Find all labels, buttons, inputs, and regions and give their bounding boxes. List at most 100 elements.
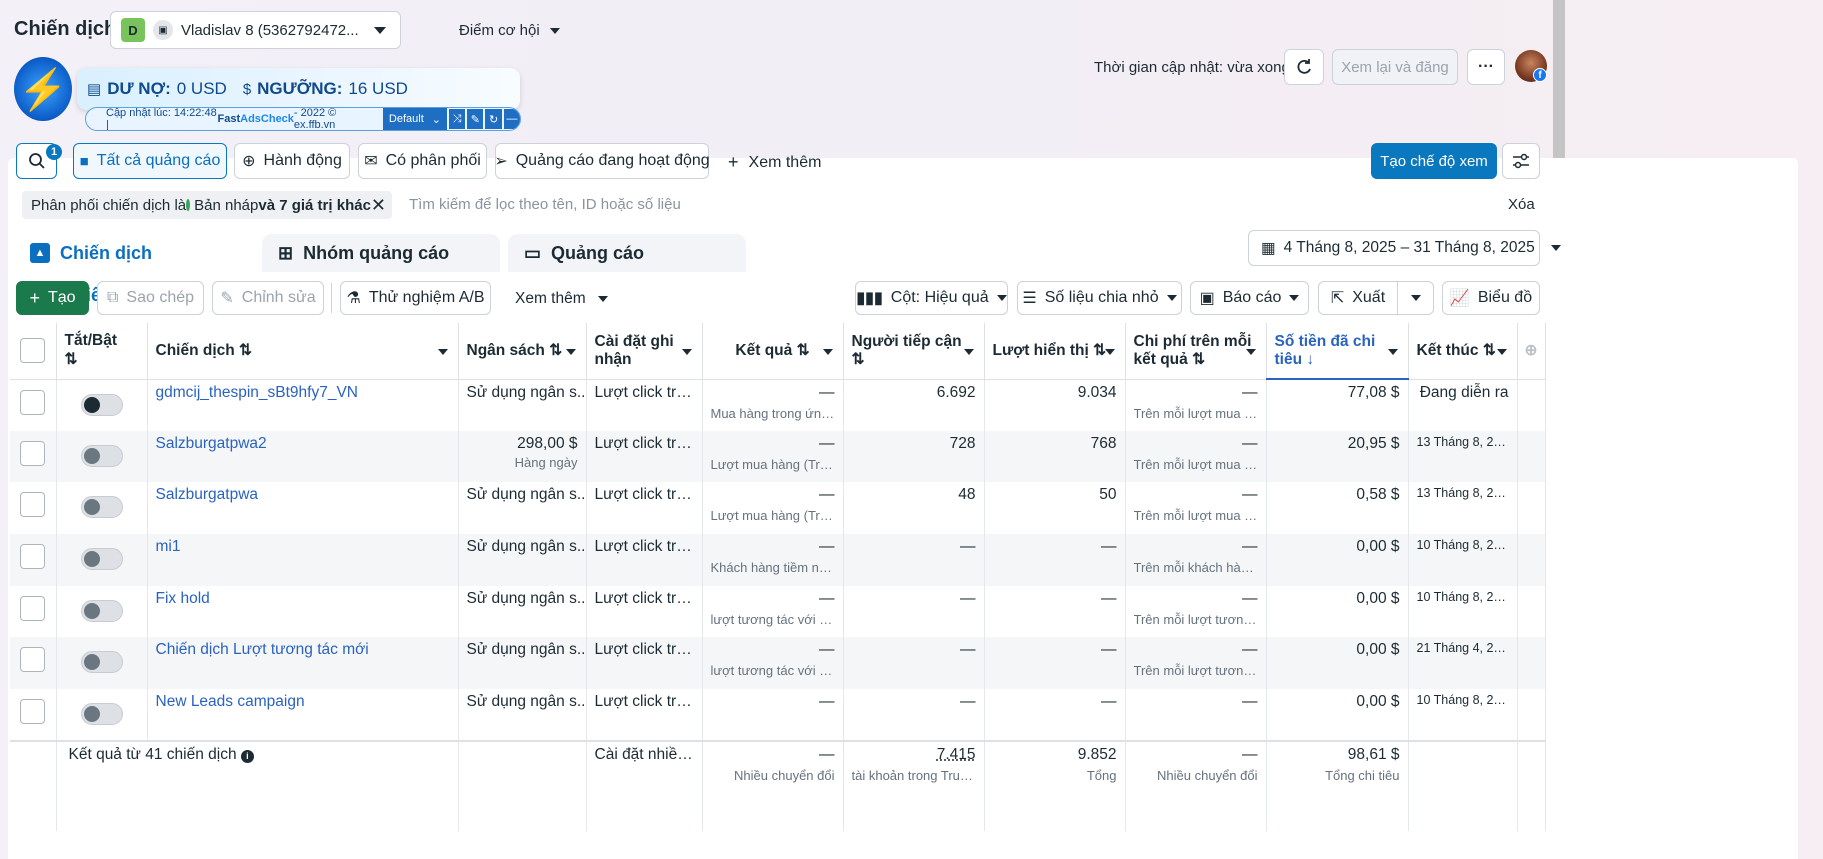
campaign-toggle[interactable]: [80, 548, 123, 571]
column-header-end[interactable]: Kết thúc ⇅: [1408, 323, 1518, 380]
campaign-toggle[interactable]: [80, 651, 123, 674]
row-toggle-cell[interactable]: [56, 534, 148, 586]
edit-button[interactable]: ✎ Chỉnh sửa: [212, 281, 324, 315]
campaign-name-link[interactable]: Salzburgatpwa: [156, 486, 259, 503]
campaign-name-link[interactable]: Salzburgatpwa2: [156, 435, 267, 452]
row-select-cell[interactable]: [10, 637, 57, 690]
row-checkbox[interactable]: [20, 595, 46, 621]
tab-ad-sets[interactable]: ⊞ Nhóm quảng cáo: [262, 234, 500, 272]
column-header-results[interactable]: Kết quả ⇅: [702, 323, 844, 380]
chevron-down-icon[interactable]: [437, 348, 448, 355]
refresh-button[interactable]: [1284, 49, 1324, 85]
chevron-down-icon[interactable]: [1496, 348, 1507, 355]
chevron-down-icon[interactable]: [565, 348, 576, 355]
table-row[interactable]: gdmcij_thespin_sBt9hfy7_VN Sử dụng ngân s…: [10, 379, 1546, 431]
export-dropdown-button[interactable]: [1397, 281, 1434, 315]
row-toggle-cell[interactable]: [56, 482, 148, 535]
campaign-toggle[interactable]: [80, 393, 123, 416]
column-header-amount-spent[interactable]: Số tiền đã chi tiêu ↓: [1266, 323, 1409, 380]
date-range-picker[interactable]: ▦ 4 Tháng 8, 2025 – 31 Tháng 8, 2025: [1248, 230, 1561, 266]
campaign-name-link[interactable]: New Leads campaign: [156, 693, 305, 710]
create-button[interactable]: + Tạo: [16, 281, 89, 315]
table-row[interactable]: Chiến dịch Lượt tương tác mới Sử dụng ngâ…: [10, 637, 1546, 690]
toolbar-more-button[interactable]: Xem thêm: [515, 290, 608, 308]
table-row[interactable]: Salzburgatpwa2 298,00 $ Hàng ngày Lượt clic…: [10, 430, 1546, 483]
table-row[interactable]: Fix hold Sử dụng ngân s... Lượt click tro.…: [10, 585, 1546, 638]
row-select-cell[interactable]: [10, 689, 57, 741]
column-header-impressions[interactable]: Lượt hiển thị ⇅: [984, 323, 1126, 380]
table-row[interactable]: New Leads campaign Sử dụng ngân s... Lượt …: [10, 689, 1546, 741]
column-header-campaign[interactable]: Chiến dịch ⇅: [147, 323, 459, 380]
chevron-down-icon[interactable]: [1104, 348, 1115, 355]
footer-reach[interactable]: 7.415: [852, 746, 976, 764]
chevron-down-icon[interactable]: [1387, 348, 1398, 355]
add-column-icon[interactable]: ⊕: [1525, 342, 1538, 359]
ab-test-button[interactable]: ⚗ Thử nghiệm A/B: [340, 281, 491, 315]
account-selector[interactable]: D ▣ Vladislav 8 (5362792472...: [110, 11, 401, 49]
row-toggle-cell[interactable]: [56, 430, 148, 483]
more-options-button[interactable]: ···: [1467, 49, 1505, 85]
reports-button[interactable]: ▣ Báo cáo: [1190, 281, 1309, 315]
reload-icon[interactable]: ↻: [485, 109, 502, 129]
opportunity-score[interactable]: Điểm cơ hội: [459, 22, 560, 39]
review-publish-button[interactable]: Xem lại và đăng: [1332, 49, 1458, 85]
select-all-header[interactable]: [10, 323, 57, 380]
row-checkbox[interactable]: [20, 440, 46, 466]
breakdown-button[interactable]: ☰ Số liệu chia nhỏ: [1017, 281, 1182, 315]
filter-search-input[interactable]: Tìm kiếm để lọc theo tên, ID hoặc số liệ…: [409, 196, 681, 213]
create-view-button[interactable]: Tạo chế độ xem: [1371, 143, 1497, 179]
row-select-cell[interactable]: [10, 430, 57, 483]
campaign-name-link[interactable]: Fix hold: [156, 590, 210, 607]
row-checkbox[interactable]: [20, 389, 46, 415]
select-all-checkbox[interactable]: [20, 338, 46, 364]
row-checkbox[interactable]: [20, 647, 46, 673]
campaign-toggle[interactable]: [80, 496, 123, 519]
tab-ads[interactable]: ▭ Quảng cáo: [508, 234, 746, 272]
row-checkbox[interactable]: [20, 492, 46, 518]
column-header-reach[interactable]: Người tiếp cận ⇅: [843, 323, 985, 380]
minimize-icon[interactable]: —: [503, 109, 520, 129]
campaign-toggle[interactable]: [80, 444, 123, 467]
ext-default-select[interactable]: Default ⌄: [382, 108, 447, 130]
row-toggle-cell[interactable]: [56, 379, 148, 431]
settings-sliders-button[interactable]: [1502, 143, 1540, 179]
shuffle-icon[interactable]: ⤨: [448, 109, 466, 129]
campaign-name-link[interactable]: gdmcij_thespin_sBt9hfy7_VN: [156, 384, 358, 401]
column-header-toggle[interactable]: Tắt/Bật ⇅: [56, 323, 148, 380]
columns-button[interactable]: ▮▮▮ Cột: Hiệu quả: [855, 281, 1008, 315]
chevron-down-icon[interactable]: [1245, 348, 1256, 355]
row-select-cell[interactable]: [10, 482, 57, 535]
more-filters-button[interactable]: + Xem thêm: [728, 152, 821, 173]
add-column-header[interactable]: ⊕: [1517, 323, 1546, 380]
close-icon[interactable]: ✕: [371, 195, 386, 216]
row-toggle-cell[interactable]: [56, 689, 148, 741]
all-ads-filter[interactable]: ■ Tất cả quảng cáo: [73, 143, 227, 179]
table-row[interactable]: mi1 Sử dụng ngân s... Lượt click tro... — Kh…: [10, 534, 1546, 586]
chevron-down-icon[interactable]: [822, 348, 833, 355]
export-button[interactable]: ⇱ Xuất: [1318, 281, 1398, 315]
actions-filter[interactable]: ⊕ Hành động: [234, 143, 350, 179]
column-header-attribution[interactable]: Cài đặt ghi nhận: [586, 323, 703, 380]
delivery-filter[interactable]: ✉ Có phân phối: [358, 143, 487, 179]
column-header-cost-per-result[interactable]: Chi phí trên mỗi kết quả ⇅: [1125, 323, 1267, 380]
chevron-down-icon[interactable]: [681, 348, 692, 355]
active-ads-filter[interactable]: ➢ Quảng cáo đang hoạt động: [494, 143, 710, 179]
row-checkbox[interactable]: [20, 544, 46, 570]
row-checkbox[interactable]: [20, 699, 46, 725]
chevron-down-icon[interactable]: [963, 348, 974, 355]
row-select-cell[interactable]: [10, 585, 57, 638]
clear-filters-link[interactable]: Xóa: [1508, 196, 1535, 213]
campaign-toggle[interactable]: [80, 703, 123, 726]
row-select-cell[interactable]: [10, 379, 57, 431]
duplicate-button[interactable]: ⧉ Sao chép: [97, 281, 204, 315]
column-header-budget[interactable]: Ngân sách ⇅: [458, 323, 587, 380]
table-row[interactable]: Salzburgatpwa Sử dụng ngân s... Lượt click…: [10, 482, 1546, 535]
chart-button[interactable]: 📈 Biểu đồ: [1442, 281, 1540, 315]
row-toggle-cell[interactable]: [56, 637, 148, 690]
campaign-name-link[interactable]: Chiến dịch Lượt tương tác mới: [156, 641, 369, 658]
row-select-cell[interactable]: [10, 534, 57, 586]
row-toggle-cell[interactable]: [56, 585, 148, 638]
campaign-name-link[interactable]: mi1: [156, 538, 181, 555]
edit-icon[interactable]: ✎: [467, 109, 484, 129]
info-icon[interactable]: i: [240, 749, 254, 763]
